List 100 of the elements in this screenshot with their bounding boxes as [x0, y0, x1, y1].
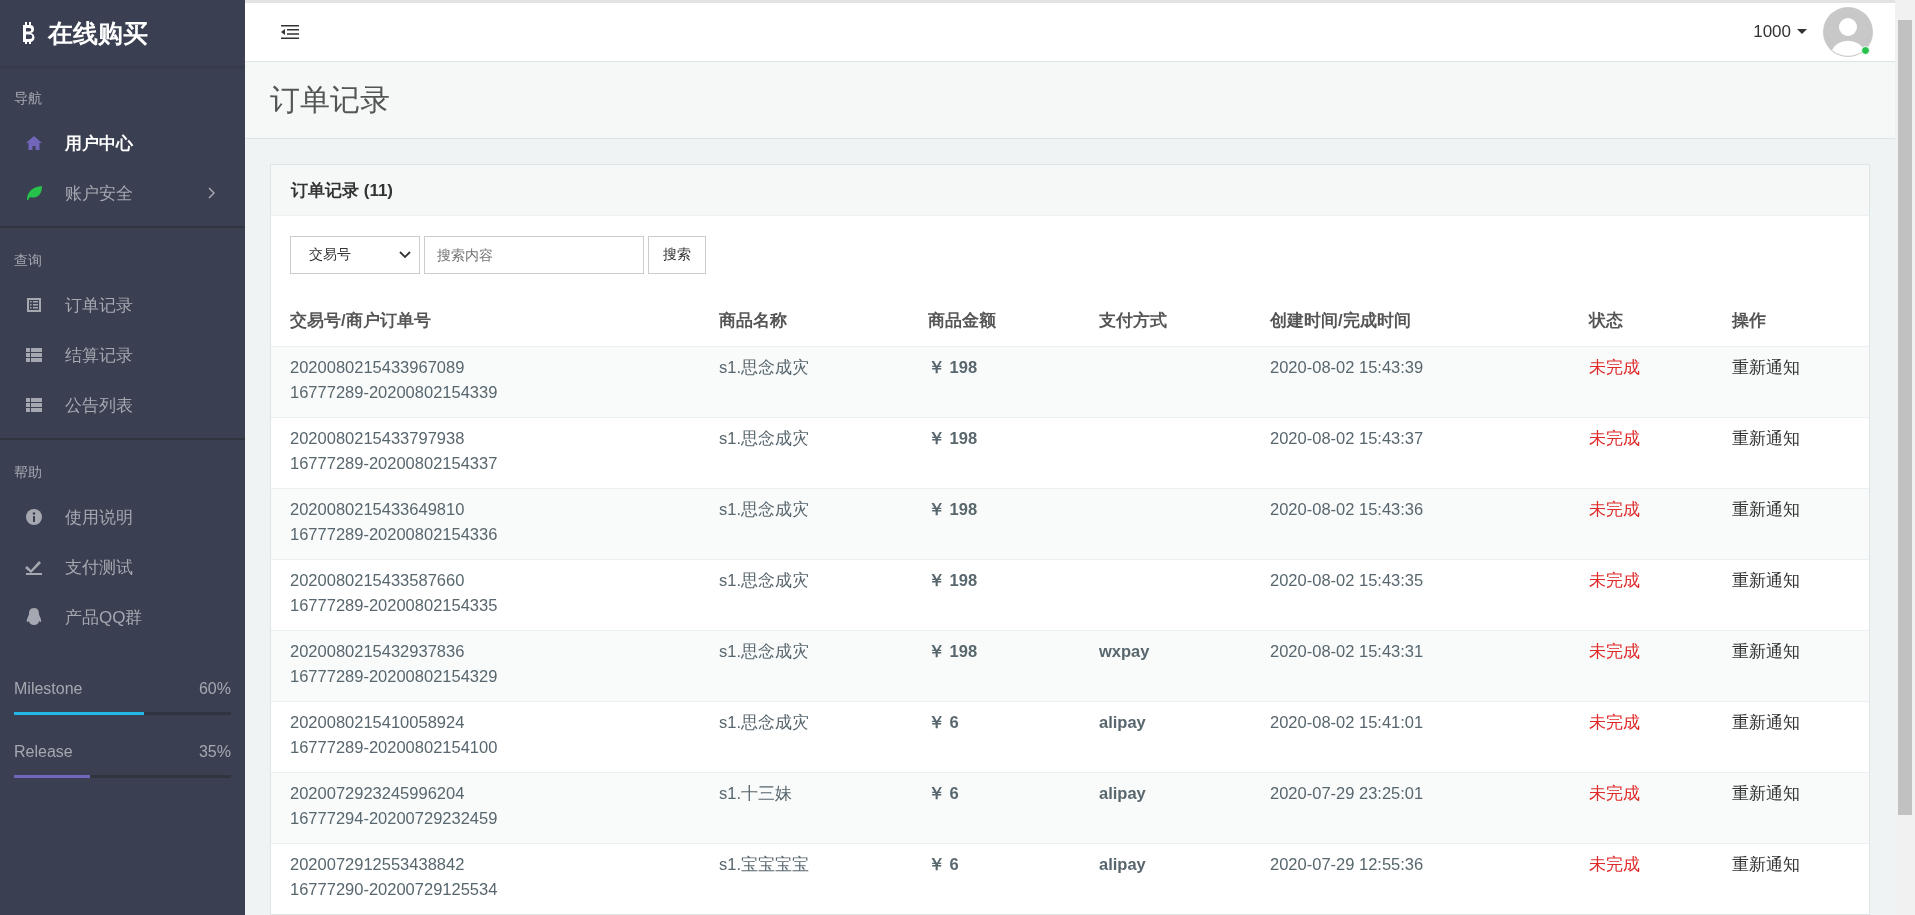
status-text: 未完成	[1589, 855, 1640, 873]
progress-label: Release	[14, 743, 73, 761]
created-time: 2020-08-02 15:43:37	[1270, 429, 1424, 447]
column-header: 商品名称	[719, 311, 787, 329]
bitcoin-icon	[20, 22, 36, 44]
product-name: s1.十三妹	[719, 784, 792, 802]
list-icon	[25, 348, 43, 362]
home-icon	[25, 135, 43, 151]
progress-reading: 60%	[198, 680, 231, 698]
sidebar-item[interactable]: 结算记录	[0, 330, 245, 380]
nav-heading: 查询	[13, 251, 43, 270]
scrollbar[interactable]	[1895, 0, 1915, 915]
check-icon	[25, 559, 43, 575]
search-type-select[interactable]: 交易号	[290, 236, 420, 274]
sidebar-item[interactable]: 使用说明	[0, 492, 245, 542]
created-time: 2020-08-02 15:43:35	[1270, 571, 1424, 589]
amount: ￥ 6	[928, 855, 959, 873]
renotify-link[interactable]: 重新通知	[1732, 713, 1800, 731]
renotify-link[interactable]: 重新通知	[1732, 500, 1800, 518]
created-time: 2020-08-02 15:43:39	[1270, 358, 1424, 376]
payment-method: wxpay	[1099, 642, 1150, 660]
renotify-link[interactable]: 重新通知	[1732, 429, 1800, 447]
renotify-link[interactable]: 重新通知	[1732, 571, 1800, 589]
column-header: 操作	[1732, 311, 1766, 329]
amount: ￥ 198	[928, 571, 978, 589]
amount: ￥ 198	[928, 642, 978, 660]
brand-title: 在线购买	[48, 17, 148, 49]
search-field[interactable]: 搜索内容	[424, 236, 644, 274]
payment-method: alipay	[1099, 713, 1146, 731]
payment-method: alipay	[1099, 855, 1146, 873]
renotify-link[interactable]: 重新通知	[1732, 358, 1800, 376]
trade-number: 2020080215432937836	[290, 641, 466, 662]
avatar[interactable]	[1823, 7, 1873, 58]
list-icon	[25, 398, 43, 412]
search-button[interactable]: 搜索	[648, 236, 706, 274]
sidebar-item[interactable]: 公告列表	[0, 380, 245, 430]
trade-number: 2020072912553438842	[290, 854, 466, 875]
progress-reading: 35%	[198, 743, 231, 761]
payment-method: alipay	[1099, 784, 1146, 802]
progress-label: Milestone	[14, 680, 83, 698]
leaf-icon	[25, 185, 43, 201]
order-number: 16777289-20200802154329	[290, 666, 499, 687]
card-title: 订单记录 (11)	[271, 165, 1869, 216]
created-time: 2020-08-02 15:41:01	[1270, 713, 1424, 731]
column-header: 支付方式	[1099, 311, 1167, 329]
page-title: 订单记录	[270, 81, 390, 118]
amount: ￥ 198	[928, 358, 978, 376]
product-name: s1.思念成灾	[719, 500, 809, 518]
column-header: 交易号/商户订单号	[290, 311, 431, 329]
product-name: s1.思念成灾	[719, 571, 809, 589]
product-name: s1.思念成灾	[719, 358, 809, 376]
status-text: 未完成	[1589, 500, 1640, 518]
sidebar-item[interactable]: 账户安全	[0, 168, 245, 218]
menu-icon[interactable]	[281, 25, 299, 40]
sidebar-item[interactable]: 产品QQ群	[0, 592, 245, 642]
product-name: s1.思念成灾	[719, 713, 809, 731]
trade-number: 2020080215410058924	[290, 712, 466, 733]
status-text: 未完成	[1589, 642, 1640, 660]
status-text: 未完成	[1589, 713, 1640, 731]
sidebar-item[interactable]: 支付测试	[0, 542, 245, 592]
trade-number: 2020080215433797938	[290, 428, 466, 449]
info-icon	[25, 509, 43, 525]
amount: ￥ 6	[928, 784, 959, 802]
renotify-link[interactable]: 重新通知	[1732, 855, 1800, 873]
order-number: 16777289-20200802154339	[290, 382, 499, 403]
trade-number: 2020080215433649810	[290, 499, 466, 520]
trade-number: 2020080215433587660	[290, 570, 466, 591]
trade-number: 2020080215433967089	[290, 357, 466, 378]
caret-icon	[1797, 29, 1807, 36]
penguin-icon	[25, 608, 43, 626]
sidebar-item[interactable]: 用户中心	[0, 118, 245, 168]
user-menu[interactable]: 1000	[1747, 21, 1813, 44]
product-name: s1.思念成灾	[719, 429, 809, 447]
order-number: 16777289-20200802154335	[290, 595, 499, 616]
column-header: 商品金额	[928, 311, 996, 329]
trade-number: 2020072923245996204	[290, 783, 466, 804]
amount: ￥ 6	[928, 713, 959, 731]
status-text: 未完成	[1589, 429, 1640, 447]
product-name: s1.思念成灾	[719, 642, 809, 660]
renotify-link[interactable]: 重新通知	[1732, 784, 1800, 802]
created-time: 2020-07-29 12:55:36	[1270, 855, 1424, 873]
created-time: 2020-08-02 15:43:31	[1270, 642, 1424, 660]
list-icon	[25, 297, 43, 313]
status-text: 未完成	[1589, 358, 1640, 376]
created-time: 2020-07-29 23:25:01	[1270, 784, 1424, 802]
order-number: 16777289-20200802154100	[290, 737, 499, 758]
nav-heading: 导航	[13, 89, 43, 108]
order-number: 16777289-20200802154337	[290, 453, 499, 474]
status-text: 未完成	[1589, 571, 1640, 589]
nav-heading: 帮助	[13, 463, 43, 482]
chevron-down-icon	[399, 251, 411, 259]
amount: ￥ 198	[928, 429, 978, 447]
amount: ￥ 198	[928, 500, 978, 518]
product-name: s1.宝宝宝宝	[719, 855, 809, 873]
renotify-link[interactable]: 重新通知	[1732, 642, 1800, 660]
sidebar-item[interactable]: 订单记录	[0, 280, 245, 330]
column-header: 状态	[1589, 311, 1623, 329]
column-header: 创建时间/完成时间	[1270, 311, 1411, 329]
created-time: 2020-08-02 15:43:36	[1270, 500, 1424, 518]
order-number: 16777290-20200729125534	[290, 879, 499, 900]
